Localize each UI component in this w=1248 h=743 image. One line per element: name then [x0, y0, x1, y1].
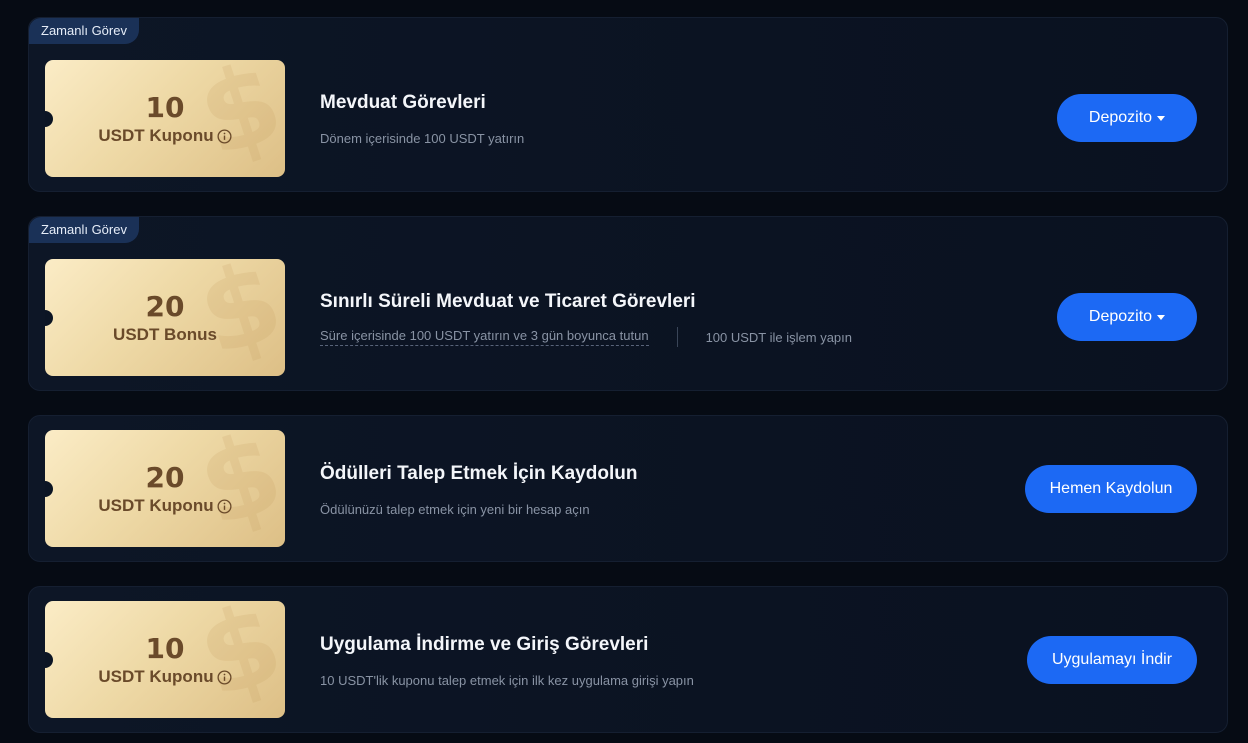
- task-card-register: $ 20 USDT Kuponu Ödülleri Talep Etmek İç…: [28, 415, 1228, 562]
- task-description-row: Ödülünüzü talep etmek için yeni bir hesa…: [320, 502, 590, 517]
- task-title: Sınırlı Süreli Mevduat ve Ticaret Görevl…: [320, 291, 696, 312]
- coupon-unit-row: USDT Kuponu: [98, 125, 232, 147]
- caret-down-icon: [1157, 315, 1166, 320]
- coupon-amount: 10: [145, 631, 185, 665]
- coupon-unit: USDT Kuponu: [98, 125, 214, 145]
- coupon-unit-row: USDT Kuponu: [98, 666, 232, 688]
- description-separator: [676, 327, 678, 347]
- task-title: Ödülleri Talep Etmek İçin Kaydolun: [320, 463, 638, 484]
- coupon-card: $ 10 USDT Kuponu: [45, 60, 285, 177]
- deposit-button[interactable]: Depozito: [1057, 94, 1197, 142]
- coupon-unit: USDT Kuponu: [98, 495, 214, 515]
- dollar-watermark-icon: $: [184, 601, 285, 718]
- coupon-unit-row: USDT Bonus: [113, 324, 217, 346]
- coupon-card: $ 10 USDT Kuponu: [45, 601, 285, 718]
- deposit-button-label: Depozito: [1088, 109, 1153, 126]
- coupon-notch: [45, 110, 53, 127]
- coupon-notch: [45, 309, 53, 326]
- task-title: Mevduat Görevleri: [320, 92, 486, 113]
- register-now-button[interactable]: Hemen Kaydolun: [1025, 465, 1197, 513]
- task-description-row: 10 USDT'lik kuponu talep etmek için ilk …: [320, 673, 694, 688]
- coupon-amount: 10: [145, 90, 185, 124]
- info-icon[interactable]: [217, 669, 232, 685]
- coupon-amount: 20: [145, 460, 185, 494]
- task-description[interactable]: Süre içerisinde 100 USDT yatırın ve 3 gü…: [320, 328, 649, 346]
- task-description: Ödülünüzü talep etmek için yeni bir hesa…: [320, 502, 590, 517]
- dollar-watermark-icon: $: [184, 430, 285, 547]
- task-title: Uygulama İndirme ve Giriş Görevleri: [320, 634, 649, 655]
- dollar-watermark-icon: $: [184, 259, 285, 376]
- timed-task-tag: Zamanlı Görev: [29, 18, 139, 44]
- coupon-card: $ 20 USDT Kuponu: [45, 430, 285, 547]
- task-card-deposit-trade: Zamanlı Görev $ 20 USDT Bonus Sınırlı Sü…: [28, 216, 1228, 391]
- coupon-notch: [45, 651, 53, 668]
- info-icon[interactable]: [217, 128, 232, 144]
- deposit-button-label: Depozito: [1088, 308, 1153, 325]
- deposit-button[interactable]: Depozito: [1057, 293, 1197, 341]
- task-card-deposit: Zamanlı Görev $ 10 USDT Kuponu Mevduat G…: [28, 17, 1228, 192]
- task-description: Dönem içerisinde 100 USDT yatırın: [320, 131, 525, 146]
- task-description-row: Dönem içerisinde 100 USDT yatırın: [320, 131, 524, 146]
- coupon-unit-row: USDT Kuponu: [98, 495, 232, 517]
- info-icon[interactable]: [217, 498, 232, 514]
- task-card-app-download: $ 10 USDT Kuponu Uygulama İndirme ve Gir…: [28, 586, 1228, 733]
- task-description-secondary: 100 USDT ile işlem yapın: [705, 329, 852, 345]
- task-description-row: Süre içerisinde 100 USDT yatırın ve 3 gü…: [320, 327, 852, 347]
- coupon-amount: 20: [145, 289, 185, 323]
- timed-task-tag: Zamanlı Görev: [29, 217, 139, 243]
- dollar-watermark-icon: $: [184, 60, 285, 177]
- coupon-unit: USDT Kuponu: [98, 666, 214, 686]
- register-now-button-label: Hemen Kaydolun: [1049, 480, 1173, 497]
- coupon-unit: USDT Bonus: [113, 324, 217, 344]
- task-description: 10 USDT'lik kuponu talep etmek için ilk …: [320, 673, 694, 688]
- download-app-button-label: Uygulamayı İndir: [1051, 651, 1173, 668]
- coupon-card: $ 20 USDT Bonus: [45, 259, 285, 376]
- coupon-notch: [45, 480, 53, 497]
- download-app-button[interactable]: Uygulamayı İndir: [1027, 636, 1197, 684]
- caret-down-icon: [1157, 116, 1166, 121]
